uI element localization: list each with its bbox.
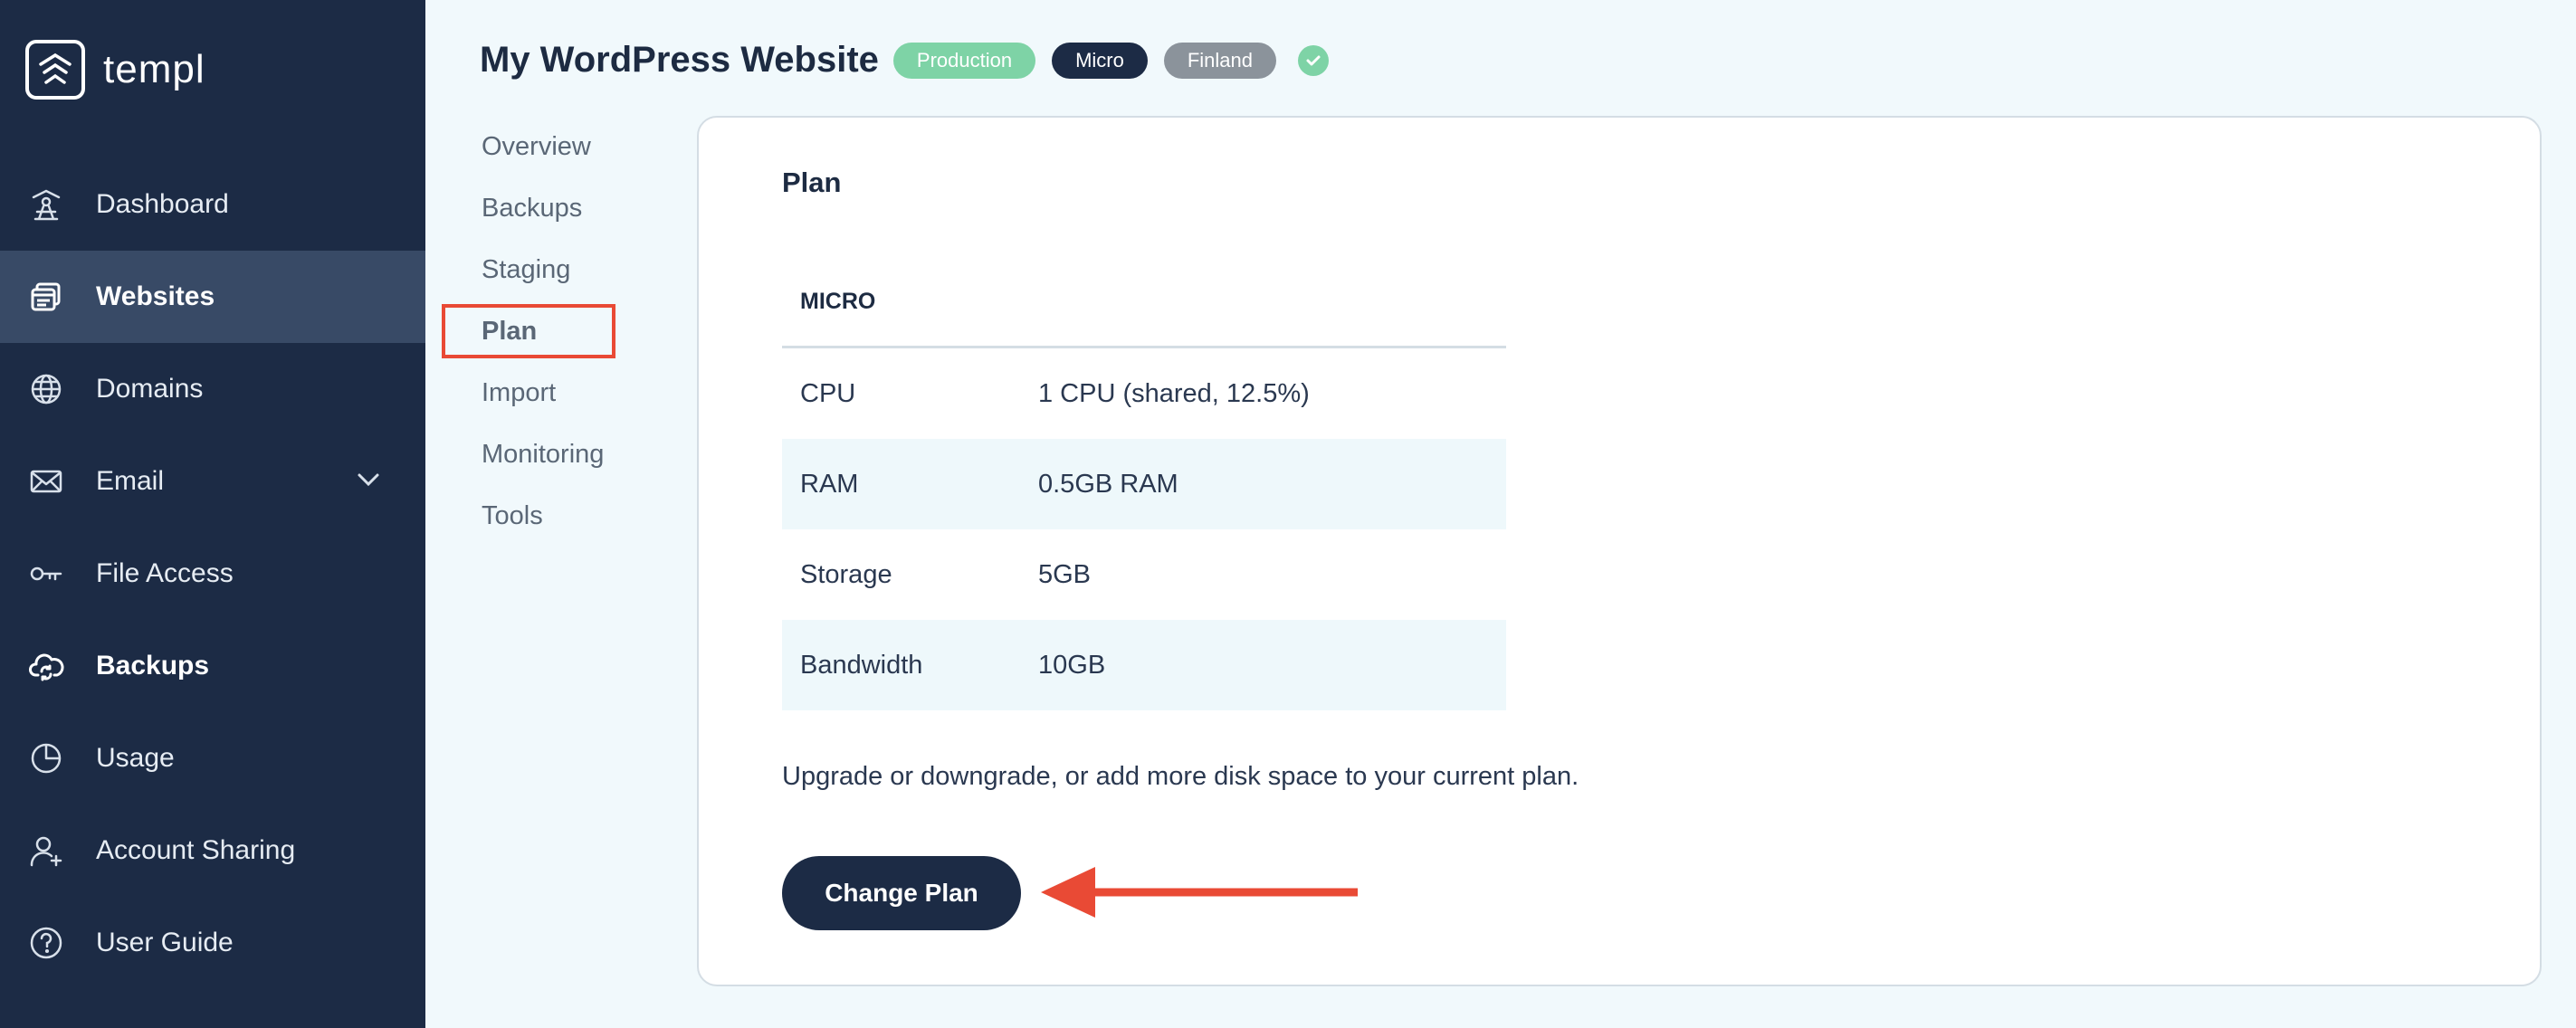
check-circle-icon <box>1298 44 1330 76</box>
tab-backups[interactable]: Backups <box>442 177 623 239</box>
tab-overview[interactable]: Overview <box>442 116 623 177</box>
sidebar-item-label: Domains <box>96 374 204 404</box>
globe-icon <box>27 370 65 408</box>
mail-icon <box>27 462 65 500</box>
spec-value: 5GB <box>1038 559 1092 589</box>
sidebar-nav: Dashboard Websites Domains Email File Ac… <box>0 158 425 989</box>
sidebar-item-account-sharing[interactable]: Account Sharing <box>0 804 425 897</box>
cloud-sync-icon <box>27 647 65 685</box>
tab-tools[interactable]: Tools <box>442 485 623 547</box>
pie-chart-icon <box>27 739 65 777</box>
table-row: CPU 1 CPU (shared, 12.5%) <box>782 347 1506 440</box>
sidebar-item-user-guide[interactable]: User Guide <box>0 897 425 989</box>
spec-value: 10GB <box>1038 620 1506 710</box>
spec-value: 0.5GB RAM <box>1038 439 1506 529</box>
upgrade-description: Upgrade or downgrade, or add more disk s… <box>782 762 1579 791</box>
change-plan-button[interactable]: Change Plan <box>782 856 1021 930</box>
sidebar-item-websites[interactable]: Websites <box>0 251 425 343</box>
brand-name: templ <box>103 47 205 91</box>
environment-badge: Production <box>892 42 1036 79</box>
plan-name-header: MICRO <box>782 257 1506 348</box>
tab-import[interactable]: Import <box>442 362 623 424</box>
site-header: My WordPress Website Production Micro Fi… <box>480 40 1330 81</box>
sidebar: templ Dashboard Websites Domains Email F… <box>0 0 425 1028</box>
sidebar-item-label: Account Sharing <box>96 835 296 865</box>
sidebar-item-email[interactable]: Email <box>0 435 425 528</box>
sidebar-item-label: Usage <box>96 743 175 773</box>
spec-value: 1 CPU (shared, 12.5%) <box>1038 378 1310 408</box>
sidebar-item-label: User Guide <box>96 928 234 957</box>
sidebar-item-label: Dashboard <box>96 189 229 219</box>
plan-details-table: MICRO CPU 1 CPU (shared, 12.5%) RAM 0.5G… <box>782 257 1506 710</box>
templ-logo-icon <box>25 40 85 100</box>
sidebar-item-domains[interactable]: Domains <box>0 343 425 435</box>
tab-staging[interactable]: Staging <box>442 239 623 300</box>
help-icon <box>27 924 65 962</box>
site-subnav: Overview Backups Staging Plan Import Mon… <box>442 116 623 547</box>
plan-badge: Micro <box>1052 42 1148 79</box>
chevron-down-icon[interactable] <box>355 466 382 493</box>
brand-logo[interactable]: templ <box>25 40 205 100</box>
table-row: RAM 0.5GB RAM <box>782 439 1506 529</box>
user-add-icon <box>27 832 65 870</box>
sidebar-item-label: Email <box>96 466 165 496</box>
tab-plan[interactable]: Plan <box>442 304 615 358</box>
sidebar-item-backups[interactable]: Backups <box>0 620 425 712</box>
table-row: Bandwidth 10GB <box>782 620 1506 710</box>
section-heading: Plan <box>782 167 842 198</box>
plan-card: Plan MICRO CPU 1 CPU (shared, 12.5%) RAM… <box>697 116 2542 986</box>
spec-label: RAM <box>782 439 1038 529</box>
page-title: My WordPress Website <box>480 40 879 80</box>
sidebar-item-label: File Access <box>96 558 234 588</box>
key-icon <box>27 555 65 593</box>
sidebar-item-file-access[interactable]: File Access <box>0 528 425 620</box>
tab-monitoring[interactable]: Monitoring <box>442 424 623 485</box>
arrow-left-icon <box>1041 867 1358 918</box>
region-badge: Finland <box>1163 42 1277 79</box>
sidebar-item-label: Websites <box>96 281 215 311</box>
sidebar-item-usage[interactable]: Usage <box>0 712 425 804</box>
sidebar-item-dashboard[interactable]: Dashboard <box>0 158 425 251</box>
table-row: Storage 5GB <box>782 529 1506 620</box>
spec-label: CPU <box>800 378 856 408</box>
spec-label: Storage <box>800 559 892 589</box>
sidebar-item-label: Backups <box>96 651 210 681</box>
dashboard-icon <box>27 186 65 224</box>
spec-label: Bandwidth <box>782 620 1038 710</box>
websites-icon <box>27 278 65 316</box>
